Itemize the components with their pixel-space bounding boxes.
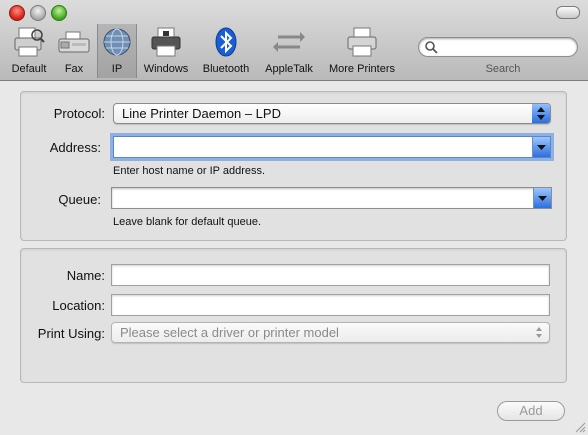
ip-globe-icon xyxy=(103,28,131,56)
add-button[interactable]: Add xyxy=(497,401,565,421)
print-using-value: Please select a driver or printer model xyxy=(120,325,339,340)
toolbar-item-appletalk[interactable]: AppleTalk xyxy=(260,24,318,78)
magnifier-icon xyxy=(425,41,438,54)
toolbar-item-ip[interactable]: IP xyxy=(97,24,137,78)
more-printers-icon xyxy=(347,27,377,57)
location-field[interactable] xyxy=(111,294,550,316)
name-input[interactable] xyxy=(116,266,545,282)
toolbar-item-label: Default xyxy=(11,63,47,75)
chevron-down-icon xyxy=(537,145,546,150)
toolbar-item-label: Bluetooth xyxy=(202,63,250,75)
add-printer-window: Default Fax IP Windows Bluetooth AppleTa… xyxy=(0,0,588,435)
toolbar: Default Fax IP Windows Bluetooth AppleTa… xyxy=(0,0,588,81)
appletalk-icon xyxy=(273,32,305,52)
toolbar-item-fax[interactable]: Fax xyxy=(56,24,92,78)
toolbar-toggle-button[interactable] xyxy=(556,6,580,19)
protocol-value: Line Printer Daemon – LPD xyxy=(122,106,281,121)
address-hint: Enter host name or IP address. xyxy=(113,165,266,177)
close-window-button[interactable] xyxy=(9,5,25,21)
address-dropdown-button[interactable] xyxy=(532,137,550,157)
toolbar-item-windows[interactable]: Windows xyxy=(140,24,192,78)
toolbar-item-label: More Printers xyxy=(328,63,396,75)
address-combo[interactable] xyxy=(113,136,551,158)
toolbar-item-more-printers[interactable]: More Printers xyxy=(324,24,400,78)
queue-input[interactable] xyxy=(116,189,529,205)
popup-arrows-icon xyxy=(532,104,550,123)
toolbar-item-label: Windows xyxy=(143,63,189,75)
name-label: Name: xyxy=(66,268,105,283)
search-label: Search xyxy=(485,63,521,75)
protocol-label: Protocol: xyxy=(53,106,105,121)
toolbar-item-label: Fax xyxy=(64,63,84,75)
windows-printer-icon xyxy=(151,27,181,57)
queue-dropdown-button[interactable] xyxy=(533,188,551,208)
location-label: Location: xyxy=(52,298,105,313)
zoom-window-button[interactable] xyxy=(51,5,67,21)
toolbar-item-bluetooth[interactable]: Bluetooth xyxy=(198,24,254,78)
popup-arrows-icon xyxy=(536,327,542,338)
default-printer-icon xyxy=(14,27,45,57)
name-field[interactable] xyxy=(111,264,550,286)
queue-hint: Leave blank for default queue. xyxy=(113,216,262,228)
queue-combo[interactable] xyxy=(111,187,552,209)
search-field[interactable] xyxy=(418,37,578,57)
bluetooth-icon xyxy=(215,27,237,57)
queue-label: Queue: xyxy=(58,192,101,207)
address-input[interactable] xyxy=(118,138,528,154)
protocol-popup[interactable]: Line Printer Daemon – LPD xyxy=(113,103,551,124)
toolbar-item-label: IP xyxy=(111,63,123,75)
fax-icon xyxy=(58,31,90,53)
toolbar-item-label: AppleTalk xyxy=(265,63,313,75)
print-using-label: Print Using: xyxy=(37,326,105,341)
resize-grip-icon[interactable] xyxy=(574,421,586,433)
location-input[interactable] xyxy=(116,296,545,312)
toolbar-item-default[interactable]: Default xyxy=(6,24,52,78)
chevron-down-icon xyxy=(538,196,547,201)
print-using-popup[interactable]: Please select a driver or printer model xyxy=(111,322,550,343)
address-label: Address: xyxy=(49,140,101,155)
minimize-window-button[interactable] xyxy=(30,5,46,21)
